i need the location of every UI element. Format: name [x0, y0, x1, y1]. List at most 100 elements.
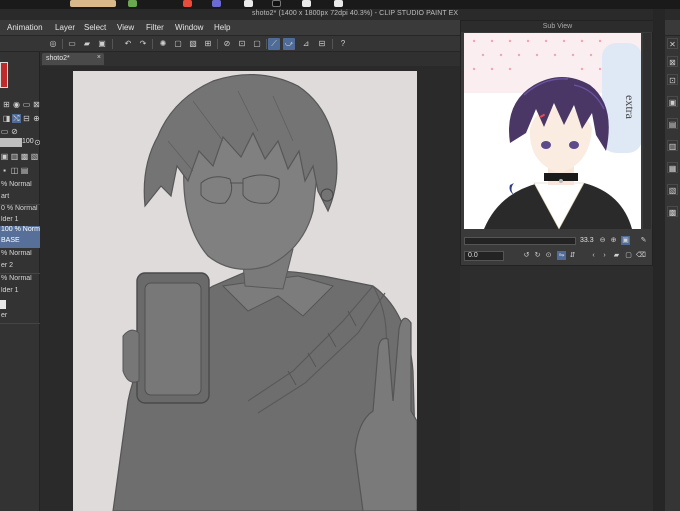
- panel-icon[interactable]: ▩: [667, 206, 678, 217]
- flip-vertical-icon[interactable]: ⇵: [568, 251, 577, 260]
- layer-folder-icon[interactable]: ▭: [22, 100, 31, 109]
- zoom-slider[interactable]: [464, 237, 576, 245]
- previous-image-icon[interactable]: ‹: [589, 251, 598, 260]
- layer-new-icon[interactable]: ⊞: [2, 100, 11, 109]
- layer-new-vector-icon[interactable]: ◉: [12, 100, 21, 109]
- help-icon[interactable]: ?: [337, 38, 349, 50]
- zoom-in-icon[interactable]: ⊕: [609, 236, 618, 245]
- document-tab-label: shoto2*: [46, 55, 70, 62]
- close-tab-icon[interactable]: ×: [97, 54, 101, 61]
- layer-icon-f[interactable]: ◫: [10, 166, 19, 175]
- taskbar-app-icon[interactable]: [302, 0, 311, 7]
- separator: [217, 39, 218, 49]
- snap-ruler-icon[interactable]: ⟋: [268, 38, 280, 50]
- rotation-field[interactable]: 0.0: [464, 251, 504, 261]
- layer-row-selected[interactable]: 100 % Normal: [0, 226, 40, 237]
- eyedropper-icon[interactable]: ✎: [639, 236, 648, 245]
- clear-icon[interactable]: ▢: [172, 38, 184, 50]
- layer-row[interactable]: % Normal: [0, 250, 40, 261]
- fit-to-view-icon[interactable]: ▣: [621, 236, 630, 245]
- layer-icon-d[interactable]: ▧: [30, 152, 39, 161]
- layer-icon-c[interactable]: ▩: [20, 152, 29, 161]
- import-image-icon[interactable]: ▰: [612, 251, 621, 260]
- selection-off-icon[interactable]: ⊘: [221, 38, 233, 50]
- taskbar-app-icon[interactable]: [183, 0, 192, 7]
- crop-icon[interactable]: ⊡: [236, 38, 248, 50]
- opacity-slider[interactable]: [0, 138, 22, 147]
- menu-select[interactable]: Select: [84, 23, 106, 32]
- menu-window[interactable]: Window: [175, 23, 203, 32]
- layer-row[interactable]: art: [0, 193, 40, 204]
- taskbar-app-icon[interactable]: [128, 0, 137, 7]
- taskbar-app-icon[interactable]: [272, 0, 281, 7]
- panel-close-icon[interactable]: ✕: [667, 38, 678, 49]
- ruler-icon[interactable]: ⊿: [300, 38, 312, 50]
- color-swatch[interactable]: [0, 62, 8, 88]
- clear-image-icon[interactable]: ▢: [624, 251, 633, 260]
- next-image-icon[interactable]: ›: [600, 251, 609, 260]
- empty-panel-area: [460, 266, 653, 511]
- save-icon[interactable]: ▣: [96, 38, 108, 50]
- delete-image-icon[interactable]: ⌫: [636, 251, 646, 260]
- clip-studio-window: shoto2* (1400 x 1800px 72dpi 40.3%) - CL…: [0, 0, 680, 511]
- taskbar-app-icon[interactable]: [244, 0, 253, 7]
- redo-icon[interactable]: ↷: [137, 38, 149, 50]
- panel-icon[interactable]: ▦: [667, 162, 678, 173]
- layer-row[interactable]: 0 % Normal: [0, 205, 40, 216]
- layer-row[interactable]: er: [0, 312, 40, 323]
- canvas-area[interactable]: [40, 66, 460, 511]
- layer-icon-e[interactable]: ▪: [0, 166, 9, 175]
- canvas-view-icon[interactable]: ◎: [47, 38, 59, 50]
- layer-clip-icon[interactable]: ⤭: [12, 114, 21, 123]
- zoom-out-icon[interactable]: ⊖: [598, 236, 607, 245]
- sub-view-panel: Sub View extra 33.3 ⊖ ⊕ ▣ ✎ 0.0 ↺ ↻ ⊙ ⇋ …: [460, 20, 654, 266]
- reference-text: extra: [623, 95, 637, 120]
- menu-view[interactable]: View: [117, 23, 134, 32]
- panel-icon[interactable]: ▧: [667, 184, 678, 195]
- layer-lock-icon[interactable]: ◨: [2, 114, 11, 123]
- rotate-left-icon[interactable]: ↺: [522, 251, 531, 260]
- layer-row[interactable]: er 2: [0, 262, 40, 273]
- layer-icon-a[interactable]: ▣: [0, 152, 9, 161]
- layer-row[interactable]: lder 1: [0, 287, 40, 298]
- taskbar-app-icon[interactable]: [212, 0, 221, 7]
- new-file-icon[interactable]: ▭: [66, 38, 78, 50]
- sub-view-reference-image[interactable]: extra: [464, 33, 641, 229]
- reset-rotation-icon[interactable]: ⊙: [544, 251, 553, 260]
- layer-lock-transparent-icon[interactable]: ⊘: [10, 127, 19, 136]
- panel-scrollbar[interactable]: [653, 9, 665, 511]
- panel-icon[interactable]: ⊠: [667, 56, 678, 67]
- menu-filter[interactable]: Filter: [146, 23, 164, 32]
- layer-row-selected[interactable]: BASE: [0, 237, 40, 248]
- layer-icon-g[interactable]: ▤: [20, 166, 29, 175]
- layer-icon-b[interactable]: ▥: [10, 152, 19, 161]
- layer-row[interactable]: % Normal: [0, 275, 40, 286]
- layer-row[interactable]: % Normal: [0, 181, 40, 192]
- panel-icon[interactable]: ▤: [667, 118, 678, 129]
- layer-thumbnail[interactable]: [0, 300, 6, 309]
- rotate-right-icon[interactable]: ↻: [533, 251, 542, 260]
- menu-help[interactable]: Help: [214, 23, 230, 32]
- panel-icon[interactable]: ⊡: [667, 74, 678, 85]
- panel-icon[interactable]: ▣: [667, 96, 678, 107]
- undo-icon[interactable]: ↶: [122, 38, 134, 50]
- loading-icon[interactable]: ✺: [157, 38, 169, 50]
- document-tab[interactable]: shoto2* ×: [42, 53, 104, 65]
- taskbar-app-icon[interactable]: [334, 0, 343, 7]
- snap-special-ruler-icon[interactable]: ⤻: [283, 38, 295, 50]
- border-icon[interactable]: ▢: [251, 38, 263, 50]
- taskbar-app-icon[interactable]: [70, 0, 116, 7]
- grid-icon[interactable]: ⊟: [316, 38, 328, 50]
- fill-icon[interactable]: ▧: [187, 38, 199, 50]
- layer-reference-icon[interactable]: ⊟: [22, 114, 31, 123]
- open-folder-icon[interactable]: ▰: [81, 38, 93, 50]
- menu-animation[interactable]: Animation: [7, 23, 43, 32]
- menu-layer[interactable]: Layer: [55, 23, 75, 32]
- sub-view-scrollbar[interactable]: [643, 33, 651, 229]
- canvas-paper[interactable]: [73, 71, 417, 511]
- command-bar: ◎ ▭ ▰ ▣ ↶ ↷ ✺ ▢ ▧ ⊞ ⊘ ⊡ ▢ ⟋ ⤻ ⊿ ⊟ ?: [0, 36, 460, 52]
- layer-lock-alpha-icon[interactable]: ▭: [0, 127, 9, 136]
- panel-icon[interactable]: ▥: [667, 140, 678, 151]
- transform-icon[interactable]: ⊞: [202, 38, 214, 50]
- flip-horizontal-icon[interactable]: ⇋: [557, 251, 566, 260]
